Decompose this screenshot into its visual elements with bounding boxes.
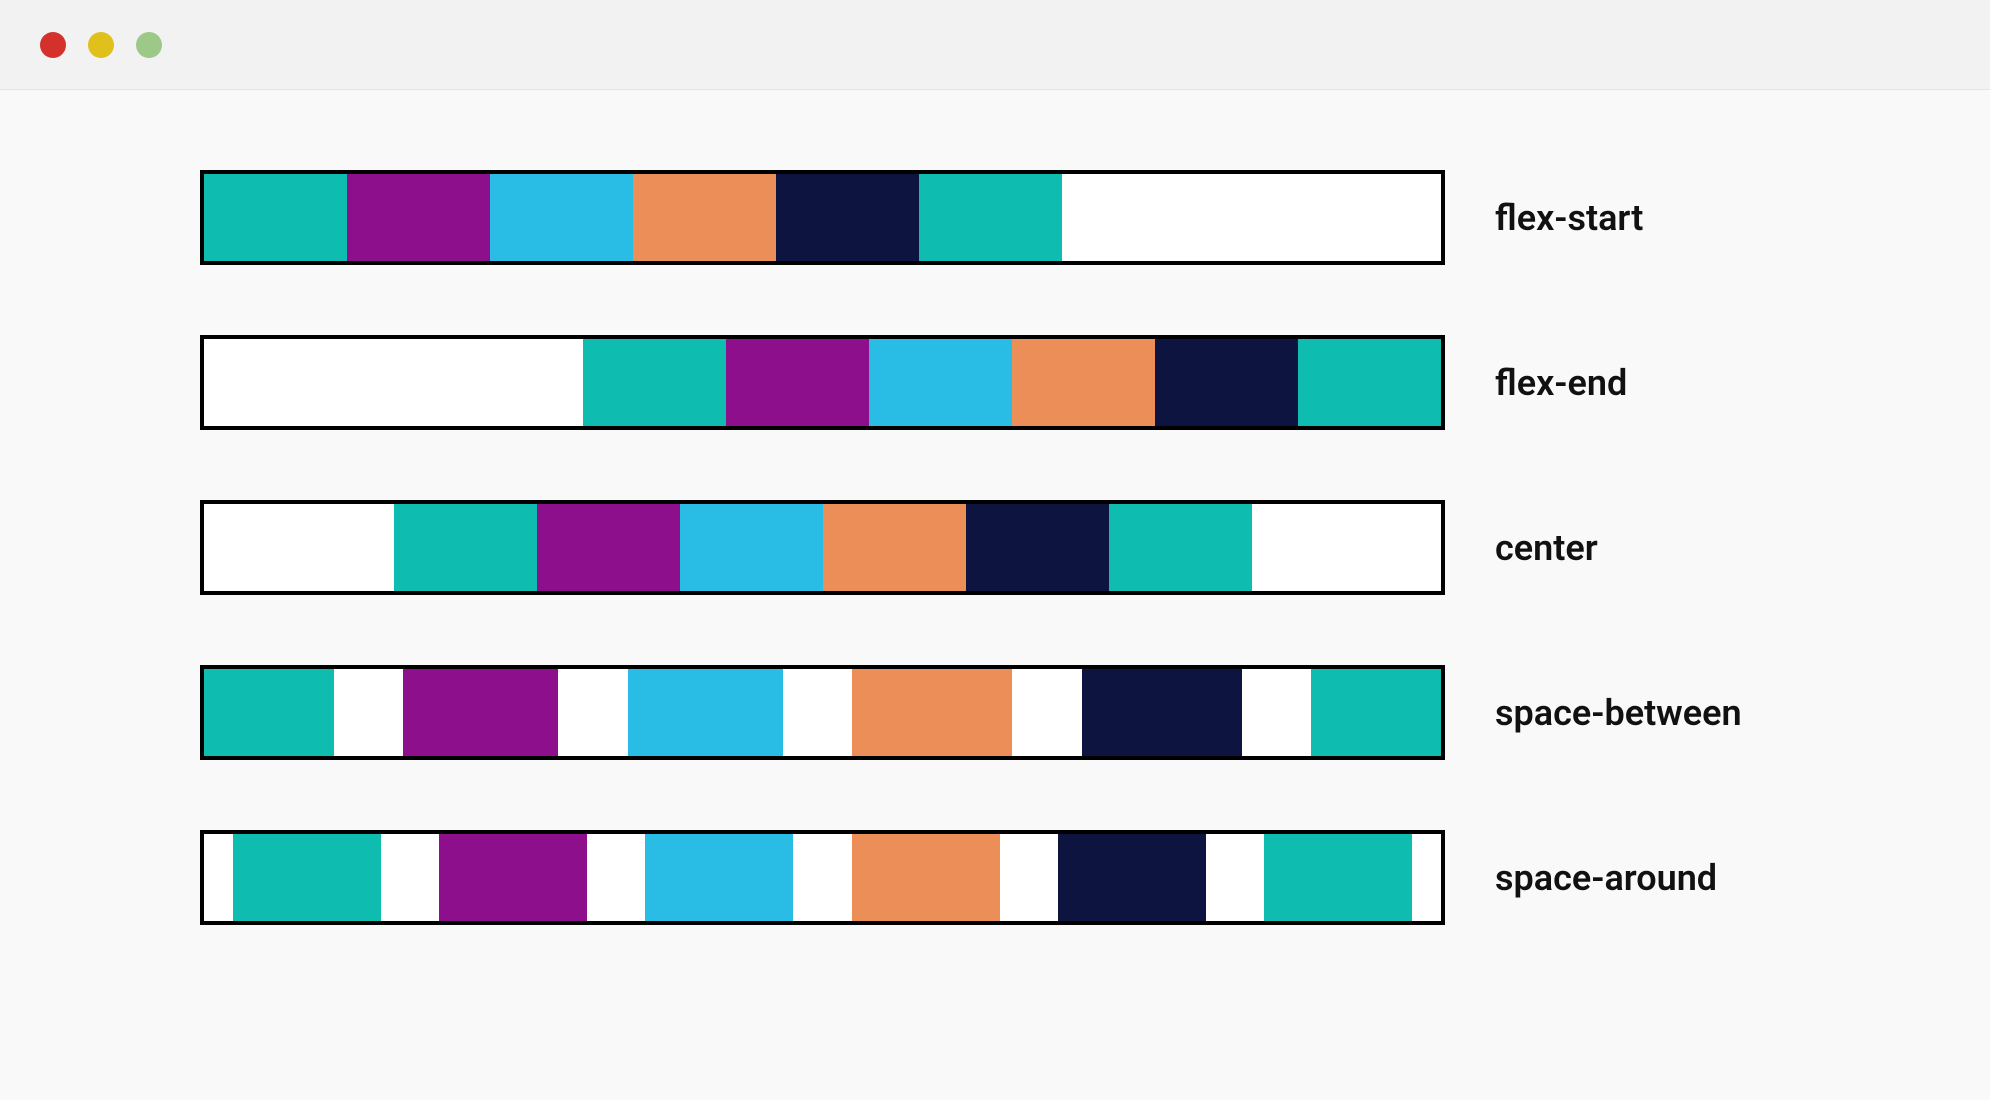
close-icon[interactable]: [40, 32, 66, 58]
demo-row-center: center: [60, 500, 1930, 595]
minimize-icon[interactable]: [88, 32, 114, 58]
zoom-icon[interactable]: [136, 32, 162, 58]
demo-label: flex-end: [1495, 362, 1627, 404]
flex-item: [1058, 834, 1206, 921]
demo-label: flex-start: [1495, 197, 1643, 239]
flex-item: [852, 834, 1000, 921]
demo-row-space-around: space-around: [60, 830, 1930, 925]
demo-row-flex-start: flex-start: [60, 170, 1930, 265]
flex-item: [869, 339, 1012, 426]
flex-item: [823, 504, 966, 591]
flex-item: [537, 504, 680, 591]
flex-item: [490, 174, 633, 261]
demo-label: space-between: [1495, 692, 1742, 734]
flex-item: [1155, 339, 1298, 426]
flex-item: [347, 174, 490, 261]
flex-item: [628, 669, 783, 756]
flex-item: [1264, 834, 1412, 921]
window-titlebar: [0, 0, 1990, 90]
flex-container-space-around: [200, 830, 1445, 925]
flex-item: [403, 669, 558, 756]
flex-item: [776, 174, 919, 261]
flex-item: [233, 834, 381, 921]
browser-window: flex-start flex-end center: [0, 0, 1990, 1100]
flex-item: [645, 834, 793, 921]
flex-item: [204, 174, 347, 261]
flex-item: [966, 504, 1109, 591]
flex-item: [1012, 339, 1155, 426]
flex-item: [633, 174, 776, 261]
flex-item: [204, 669, 334, 756]
flex-item: [439, 834, 587, 921]
flex-item: [1298, 339, 1441, 426]
flex-item: [852, 669, 1012, 756]
flex-item: [1109, 504, 1252, 591]
flex-container-flex-start: [200, 170, 1445, 265]
flex-item: [583, 339, 726, 426]
diagram-content: flex-start flex-end center: [0, 90, 1990, 1100]
demo-label: center: [1495, 527, 1598, 569]
flex-item: [1082, 669, 1242, 756]
flex-item: [1311, 669, 1441, 756]
flex-container-center: [200, 500, 1445, 595]
flex-container-flex-end: [200, 335, 1445, 430]
flex-item: [394, 504, 537, 591]
demo-row-flex-end: flex-end: [60, 335, 1930, 430]
flex-item: [680, 504, 823, 591]
flex-container-space-between: [200, 665, 1445, 760]
flex-item: [919, 174, 1062, 261]
demo-row-space-between: space-between: [60, 665, 1930, 760]
demo-label: space-around: [1495, 857, 1717, 899]
flex-item: [726, 339, 869, 426]
